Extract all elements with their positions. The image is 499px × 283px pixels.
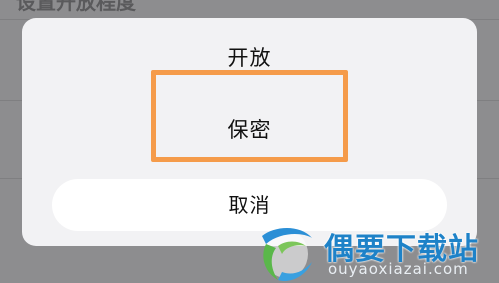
option-private[interactable]: 保密 — [22, 113, 477, 147]
watermark-url: ouyaoxiazai.com — [328, 260, 469, 278]
watermark: 偶要下载站 ouyaoxiazai.com — [252, 222, 497, 282]
ouyao-logo-icon — [262, 228, 312, 282]
background-title: 设置开放程度 — [16, 0, 136, 14]
privacy-action-sheet: 开放 保密 取消 — [22, 18, 477, 246]
option-open[interactable]: 开放 — [22, 41, 477, 75]
